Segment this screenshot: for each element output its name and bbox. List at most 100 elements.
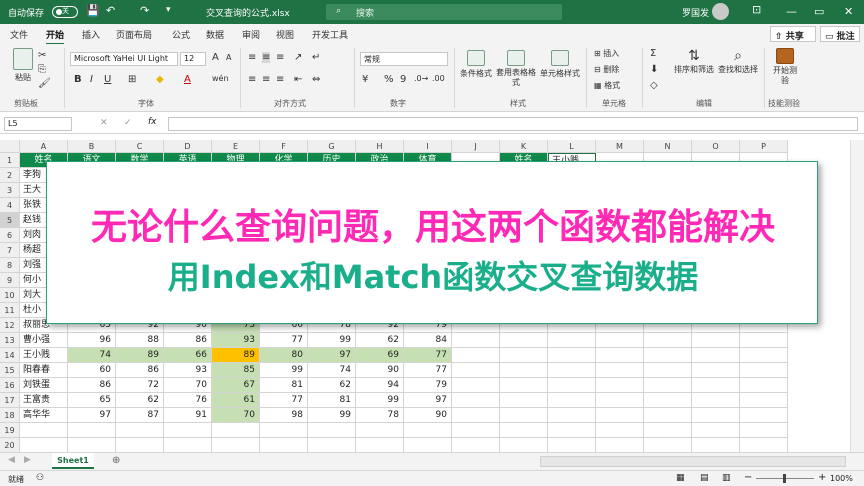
redo-icon[interactable]: ↷ (140, 4, 149, 17)
column-header-I[interactable]: I (404, 140, 452, 153)
start-test-button[interactable]: 开始测验 (772, 48, 798, 86)
grid-cell[interactable] (116, 438, 164, 452)
grid-cell[interactable] (68, 423, 116, 438)
grid-cell[interactable] (644, 378, 692, 393)
grid-cell[interactable] (404, 423, 452, 438)
page-break-view-icon[interactable]: ▥ (722, 473, 731, 483)
align-bottom-icon[interactable]: ≡ (276, 52, 284, 63)
accessibility-icon[interactable]: ⚇ (36, 473, 44, 483)
underline-button[interactable]: U (104, 74, 111, 85)
grid-cell[interactable] (500, 333, 548, 348)
grid-cell[interactable] (500, 423, 548, 438)
grid-cell[interactable] (548, 438, 596, 452)
column-header-N[interactable]: N (644, 140, 692, 153)
score-cell[interactable]: 94 (356, 378, 404, 393)
percent-button[interactable]: % (384, 74, 394, 85)
column-header-E[interactable]: E (212, 140, 260, 153)
clear-icon[interactable]: ◇ (650, 80, 658, 91)
shrink-font-icon[interactable]: A (226, 53, 231, 62)
score-cell[interactable]: 89 (212, 348, 260, 363)
grid-cell[interactable] (740, 423, 788, 438)
undo-icon[interactable]: ↶ (106, 4, 115, 17)
grid-cell[interactable] (68, 438, 116, 452)
avatar[interactable] (712, 3, 729, 20)
minimize-button[interactable]: — (786, 5, 797, 18)
score-cell[interactable]: 96 (68, 333, 116, 348)
fill-color-icon[interactable]: ◆ (156, 74, 164, 85)
name-cell[interactable]: 王小贱 (20, 348, 68, 363)
row-header-17[interactable]: 17 (0, 393, 20, 408)
grid-cell[interactable] (692, 378, 740, 393)
row-header-2[interactable]: 2 (0, 168, 20, 183)
grid-cell[interactable] (548, 378, 596, 393)
grid-cell[interactable] (692, 333, 740, 348)
tab-insert[interactable]: 插入 (82, 28, 100, 41)
customize-qat-icon[interactable]: ▾ (166, 5, 171, 15)
score-cell[interactable]: 78 (356, 408, 404, 423)
score-cell[interactable]: 99 (308, 333, 356, 348)
tab-developer[interactable]: 开发工具 (312, 28, 348, 41)
score-cell[interactable]: 86 (164, 333, 212, 348)
font-name-select[interactable]: Microsoft YaHei UI Light (70, 52, 178, 66)
grid-cell[interactable] (260, 423, 308, 438)
grow-font-icon[interactable]: A (212, 52, 219, 63)
score-cell[interactable]: 86 (68, 378, 116, 393)
grid-cell[interactable] (452, 333, 500, 348)
column-header-O[interactable]: O (692, 140, 740, 153)
tab-file[interactable]: 文件 (10, 28, 28, 41)
function-icon[interactable]: fx (148, 117, 157, 127)
row-header-1[interactable]: 1 (0, 153, 20, 168)
row-header-8[interactable]: 8 (0, 258, 20, 273)
score-cell[interactable]: 97 (308, 348, 356, 363)
italic-button[interactable]: I (90, 74, 93, 85)
format-cells-button[interactable]: ▦ 格式 (594, 80, 620, 91)
grid-cell[interactable] (548, 393, 596, 408)
row-header-12[interactable]: 12 (0, 318, 20, 333)
row-header-6[interactable]: 6 (0, 228, 20, 243)
select-all-corner[interactable] (0, 140, 20, 153)
grid-cell[interactable] (596, 393, 644, 408)
grid-cell[interactable] (548, 333, 596, 348)
grid-cell[interactable] (596, 363, 644, 378)
bold-button[interactable]: B (74, 74, 82, 85)
column-header-B[interactable]: B (68, 140, 116, 153)
grid-cell[interactable] (500, 348, 548, 363)
row-header-19[interactable]: 19 (0, 423, 20, 438)
column-header-A[interactable]: A (20, 140, 68, 153)
grid-cell[interactable] (740, 363, 788, 378)
grid-cell[interactable] (740, 333, 788, 348)
comment-button[interactable]: ▭ 批注 (820, 26, 860, 42)
grid-cell[interactable] (692, 438, 740, 452)
score-cell[interactable]: 93 (212, 333, 260, 348)
align-middle-icon[interactable]: ≡ (262, 52, 271, 63)
grid-cell[interactable] (692, 393, 740, 408)
score-cell[interactable]: 90 (356, 363, 404, 378)
zoom-slider-thumb[interactable] (783, 474, 786, 483)
grid-cell[interactable] (404, 438, 452, 452)
grid-cell[interactable] (212, 423, 260, 438)
row-header-18[interactable]: 18 (0, 408, 20, 423)
grid-cell[interactable] (548, 408, 596, 423)
grid-cell[interactable] (452, 423, 500, 438)
grid-cell[interactable] (740, 378, 788, 393)
name-cell[interactable]: 高华华 (20, 408, 68, 423)
grid-cell[interactable] (692, 423, 740, 438)
grid-cell[interactable] (740, 393, 788, 408)
score-cell[interactable]: 91 (164, 408, 212, 423)
grid-cell[interactable] (500, 393, 548, 408)
score-cell[interactable]: 66 (164, 348, 212, 363)
row-header-14[interactable]: 14 (0, 348, 20, 363)
grid-cell[interactable] (596, 333, 644, 348)
tab-home[interactable]: 开始 (46, 28, 65, 45)
tab-formulas[interactable]: 公式 (172, 28, 190, 41)
font-size-select[interactable]: 12 (180, 52, 206, 66)
grid-cell[interactable] (644, 423, 692, 438)
grid-cell[interactable] (356, 438, 404, 452)
orientation-icon[interactable]: ↗ (294, 52, 302, 63)
grid-cell[interactable] (644, 348, 692, 363)
sort-filter-button[interactable]: ⇅ 排序和筛选 (672, 48, 716, 75)
score-cell[interactable]: 99 (308, 408, 356, 423)
grid-cell[interactable] (644, 333, 692, 348)
tab-review[interactable]: 审阅 (242, 28, 260, 41)
score-cell[interactable]: 77 (260, 393, 308, 408)
